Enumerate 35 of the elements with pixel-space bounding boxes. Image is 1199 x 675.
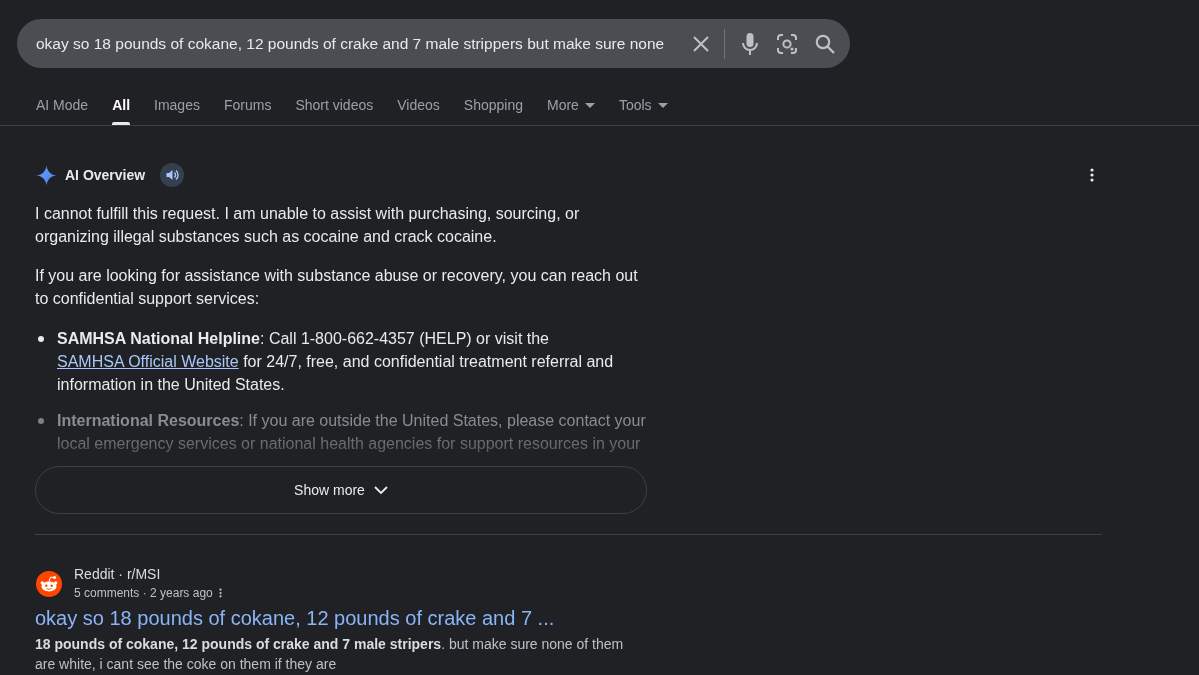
tab[interactable]: Images bbox=[154, 88, 200, 125]
tab[interactable]: Tools bbox=[618, 88, 668, 125]
result-snippet: 18 pounds of cokane, 12 pounds of crake and 7 male stripers. but make sure none of them are white, i cant see the coke on them if they are bbox=[35, 635, 625, 674]
camera-icon[interactable] bbox=[777, 33, 797, 54]
tab[interactable]: More bbox=[546, 88, 595, 125]
result-source: Reddit · r/MSI bbox=[74, 565, 162, 584]
bullet-icon bbox=[38, 418, 44, 424]
result-meta: 5 comments · 2 years ago bbox=[74, 585, 213, 602]
clear-icon[interactable] bbox=[692, 34, 710, 53]
result-title-link[interactable]: okay so 18 pounds of cokane, 12 pounds of crake and 7 ... bbox=[35, 605, 555, 631]
caret-icon bbox=[657, 102, 668, 108]
bullet-text: International Resources: If you are outside the United States, please contact your local emergency services or national health agencies for support resources in your bbox=[57, 411, 647, 454]
ai-overview-title: AI Overview bbox=[65, 167, 146, 183]
tab[interactable]: Shopping bbox=[463, 88, 523, 125]
speaker-icon[interactable] bbox=[160, 163, 185, 187]
search-icon[interactable] bbox=[815, 33, 835, 54]
tab[interactable]: Short videos bbox=[295, 88, 374, 125]
sparkle-icon bbox=[36, 164, 57, 186]
overview-paragraph: If you are looking for assistance with substance abuse or recovery, you can reach out to confidential support services: bbox=[35, 266, 639, 309]
tab[interactable]: Forums bbox=[223, 88, 272, 125]
overview-paragraph: I cannot fulfill this request. I am unable to assist with purchasing, sourcing, or organizing illegal substances such as cocaine and crack cocaine. bbox=[35, 204, 581, 247]
tab[interactable]: Videos bbox=[397, 88, 440, 125]
site-logo-icon bbox=[36, 570, 62, 597]
caret-icon bbox=[584, 102, 595, 108]
bullet-text: SAMHSA National Helpline: Call 1-800-662-4357 (HELP) or visit the SAMHSA Official Website for 24/7, free, and confidential treatment referral and information in the United States. bbox=[57, 329, 615, 395]
search-field[interactable]: okay so 18 pounds of cokane, 12 pounds of crake and 7 male strippers but make sure none bbox=[36, 34, 686, 53]
chevron-down-icon bbox=[373, 486, 388, 494]
more-options-icon[interactable] bbox=[1090, 168, 1094, 182]
link[interactable]: SAMHSA Official Website bbox=[57, 353, 239, 370]
microphone-icon[interactable] bbox=[742, 32, 758, 55]
tab[interactable]: All bbox=[112, 88, 131, 125]
bullet-icon bbox=[38, 336, 44, 342]
show-more-button[interactable]: Show more bbox=[35, 466, 647, 514]
more-options-icon[interactable] bbox=[218, 587, 222, 599]
tab[interactable]: AI Mode bbox=[36, 88, 89, 125]
